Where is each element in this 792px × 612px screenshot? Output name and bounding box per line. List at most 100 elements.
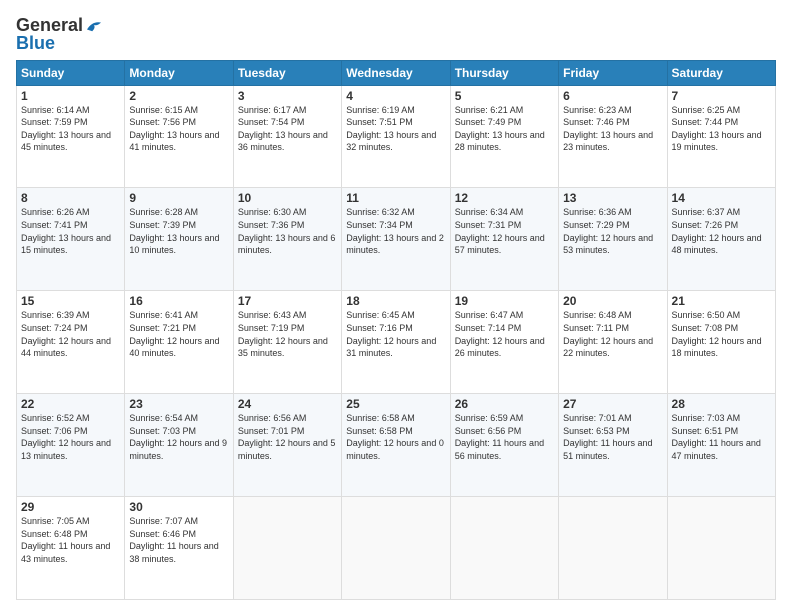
- cell-info: Sunrise: 6:43 AMSunset: 7:19 PMDaylight:…: [238, 310, 328, 358]
- page: General Blue Sunday Monday Tuesday Wedne…: [0, 0, 792, 612]
- day-number: 24: [238, 397, 337, 411]
- day-number: 18: [346, 294, 445, 308]
- day-number: 4: [346, 89, 445, 103]
- col-thursday: Thursday: [450, 60, 558, 85]
- col-wednesday: Wednesday: [342, 60, 450, 85]
- table-cell: 24 Sunrise: 6:56 AMSunset: 7:01 PMDaylig…: [233, 394, 341, 497]
- day-number: 17: [238, 294, 337, 308]
- day-number: 6: [563, 89, 662, 103]
- cell-info: Sunrise: 6:26 AMSunset: 7:41 PMDaylight:…: [21, 207, 111, 255]
- table-cell: 25 Sunrise: 6:58 AMSunset: 6:58 PMDaylig…: [342, 394, 450, 497]
- table-cell: 19 Sunrise: 6:47 AMSunset: 7:14 PMDaylig…: [450, 291, 558, 394]
- cell-info: Sunrise: 6:48 AMSunset: 7:11 PMDaylight:…: [563, 310, 653, 358]
- cell-info: Sunrise: 7:07 AMSunset: 6:46 PMDaylight:…: [129, 516, 218, 564]
- table-cell: 7 Sunrise: 6:25 AMSunset: 7:44 PMDayligh…: [667, 85, 775, 188]
- logo: General Blue: [16, 16, 103, 54]
- table-cell: [450, 497, 558, 600]
- cell-info: Sunrise: 6:41 AMSunset: 7:21 PMDaylight:…: [129, 310, 219, 358]
- cell-info: Sunrise: 6:37 AMSunset: 7:26 PMDaylight:…: [672, 207, 762, 255]
- cell-info: Sunrise: 6:23 AMSunset: 7:46 PMDaylight:…: [563, 105, 653, 153]
- logo-blue: Blue: [16, 34, 55, 54]
- table-cell: 18 Sunrise: 6:45 AMSunset: 7:16 PMDaylig…: [342, 291, 450, 394]
- day-number: 23: [129, 397, 228, 411]
- day-number: 7: [672, 89, 771, 103]
- table-cell: [342, 497, 450, 600]
- col-friday: Friday: [559, 60, 667, 85]
- table-cell: 12 Sunrise: 6:34 AMSunset: 7:31 PMDaylig…: [450, 188, 558, 291]
- cell-info: Sunrise: 6:14 AMSunset: 7:59 PMDaylight:…: [21, 105, 111, 153]
- cell-info: Sunrise: 6:15 AMSunset: 7:56 PMDaylight:…: [129, 105, 219, 153]
- day-number: 19: [455, 294, 554, 308]
- table-cell: 2 Sunrise: 6:15 AMSunset: 7:56 PMDayligh…: [125, 85, 233, 188]
- cell-info: Sunrise: 6:39 AMSunset: 7:24 PMDaylight:…: [21, 310, 111, 358]
- calendar-week-row: 8 Sunrise: 6:26 AMSunset: 7:41 PMDayligh…: [17, 188, 776, 291]
- day-number: 20: [563, 294, 662, 308]
- table-cell: 23 Sunrise: 6:54 AMSunset: 7:03 PMDaylig…: [125, 394, 233, 497]
- cell-info: Sunrise: 7:03 AMSunset: 6:51 PMDaylight:…: [672, 413, 761, 461]
- day-number: 2: [129, 89, 228, 103]
- day-number: 8: [21, 191, 120, 205]
- day-number: 25: [346, 397, 445, 411]
- table-cell: 29 Sunrise: 7:05 AMSunset: 6:48 PMDaylig…: [17, 497, 125, 600]
- table-cell: 30 Sunrise: 7:07 AMSunset: 6:46 PMDaylig…: [125, 497, 233, 600]
- cell-info: Sunrise: 6:47 AMSunset: 7:14 PMDaylight:…: [455, 310, 545, 358]
- table-cell: 13 Sunrise: 6:36 AMSunset: 7:29 PMDaylig…: [559, 188, 667, 291]
- table-cell: 16 Sunrise: 6:41 AMSunset: 7:21 PMDaylig…: [125, 291, 233, 394]
- table-cell: 27 Sunrise: 7:01 AMSunset: 6:53 PMDaylig…: [559, 394, 667, 497]
- table-cell: 22 Sunrise: 6:52 AMSunset: 7:06 PMDaylig…: [17, 394, 125, 497]
- day-number: 28: [672, 397, 771, 411]
- table-cell: [233, 497, 341, 600]
- cell-info: Sunrise: 6:17 AMSunset: 7:54 PMDaylight:…: [238, 105, 328, 153]
- cell-info: Sunrise: 6:45 AMSunset: 7:16 PMDaylight:…: [346, 310, 436, 358]
- col-monday: Monday: [125, 60, 233, 85]
- col-sunday: Sunday: [17, 60, 125, 85]
- table-cell: 21 Sunrise: 6:50 AMSunset: 7:08 PMDaylig…: [667, 291, 775, 394]
- cell-info: Sunrise: 6:56 AMSunset: 7:01 PMDaylight:…: [238, 413, 336, 461]
- cell-info: Sunrise: 6:32 AMSunset: 7:34 PMDaylight:…: [346, 207, 444, 255]
- table-cell: 11 Sunrise: 6:32 AMSunset: 7:34 PMDaylig…: [342, 188, 450, 291]
- day-number: 30: [129, 500, 228, 514]
- cell-info: Sunrise: 6:54 AMSunset: 7:03 PMDaylight:…: [129, 413, 227, 461]
- day-number: 14: [672, 191, 771, 205]
- table-cell: 15 Sunrise: 6:39 AMSunset: 7:24 PMDaylig…: [17, 291, 125, 394]
- cell-info: Sunrise: 6:50 AMSunset: 7:08 PMDaylight:…: [672, 310, 762, 358]
- day-number: 16: [129, 294, 228, 308]
- calendar-week-row: 1 Sunrise: 6:14 AMSunset: 7:59 PMDayligh…: [17, 85, 776, 188]
- table-cell: 10 Sunrise: 6:30 AMSunset: 7:36 PMDaylig…: [233, 188, 341, 291]
- day-number: 26: [455, 397, 554, 411]
- col-saturday: Saturday: [667, 60, 775, 85]
- day-number: 22: [21, 397, 120, 411]
- logo-bird-icon: [85, 19, 103, 33]
- cell-info: Sunrise: 6:28 AMSunset: 7:39 PMDaylight:…: [129, 207, 219, 255]
- table-cell: 14 Sunrise: 6:37 AMSunset: 7:26 PMDaylig…: [667, 188, 775, 291]
- day-number: 5: [455, 89, 554, 103]
- cell-info: Sunrise: 6:21 AMSunset: 7:49 PMDaylight:…: [455, 105, 545, 153]
- day-number: 10: [238, 191, 337, 205]
- day-number: 9: [129, 191, 228, 205]
- table-cell: 8 Sunrise: 6:26 AMSunset: 7:41 PMDayligh…: [17, 188, 125, 291]
- table-cell: 26 Sunrise: 6:59 AMSunset: 6:56 PMDaylig…: [450, 394, 558, 497]
- day-number: 1: [21, 89, 120, 103]
- cell-info: Sunrise: 7:01 AMSunset: 6:53 PMDaylight:…: [563, 413, 652, 461]
- table-cell: 4 Sunrise: 6:19 AMSunset: 7:51 PMDayligh…: [342, 85, 450, 188]
- table-cell: 3 Sunrise: 6:17 AMSunset: 7:54 PMDayligh…: [233, 85, 341, 188]
- table-cell: [667, 497, 775, 600]
- day-number: 29: [21, 500, 120, 514]
- table-cell: [559, 497, 667, 600]
- col-tuesday: Tuesday: [233, 60, 341, 85]
- day-number: 21: [672, 294, 771, 308]
- cell-info: Sunrise: 6:36 AMSunset: 7:29 PMDaylight:…: [563, 207, 653, 255]
- cell-info: Sunrise: 6:25 AMSunset: 7:44 PMDaylight:…: [672, 105, 762, 153]
- table-cell: 9 Sunrise: 6:28 AMSunset: 7:39 PMDayligh…: [125, 188, 233, 291]
- cell-info: Sunrise: 6:52 AMSunset: 7:06 PMDaylight:…: [21, 413, 111, 461]
- day-number: 15: [21, 294, 120, 308]
- cell-info: Sunrise: 6:19 AMSunset: 7:51 PMDaylight:…: [346, 105, 436, 153]
- day-number: 3: [238, 89, 337, 103]
- day-number: 13: [563, 191, 662, 205]
- header: General Blue: [16, 12, 776, 54]
- day-number: 12: [455, 191, 554, 205]
- table-cell: 20 Sunrise: 6:48 AMSunset: 7:11 PMDaylig…: [559, 291, 667, 394]
- calendar-week-row: 15 Sunrise: 6:39 AMSunset: 7:24 PMDaylig…: [17, 291, 776, 394]
- table-cell: 1 Sunrise: 6:14 AMSunset: 7:59 PMDayligh…: [17, 85, 125, 188]
- table-cell: 28 Sunrise: 7:03 AMSunset: 6:51 PMDaylig…: [667, 394, 775, 497]
